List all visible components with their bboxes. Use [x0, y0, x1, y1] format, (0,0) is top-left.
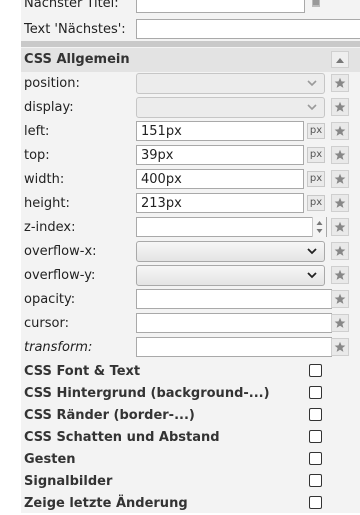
section-checkbox[interactable] — [309, 408, 322, 421]
prop-row-transform: transform: — [21, 336, 360, 360]
section-title: Gesten — [24, 452, 76, 467]
star-icon[interactable] — [331, 170, 349, 188]
section-title: CSS Hintergrund (background-...) — [24, 386, 270, 401]
section-header-gestures[interactable]: Gesten — [21, 449, 360, 471]
next-title-row: Nächster Titel: — [21, 0, 360, 16]
star-icon[interactable] — [331, 194, 349, 212]
list-icon[interactable] — [311, 0, 321, 8]
prop-label: overflow-x: — [24, 244, 97, 259]
chevron-down-icon — [307, 248, 317, 255]
section-header-css-border[interactable]: CSS Ränder (border-...) — [21, 405, 360, 427]
star-icon[interactable] — [331, 314, 349, 332]
chevron-down-icon — [307, 104, 317, 111]
section-header-css-general[interactable]: CSS Allgemein — [21, 48, 360, 72]
zindex-input[interactable] — [136, 217, 327, 237]
star-icon[interactable] — [331, 218, 349, 236]
prop-row-overflow-x: overflow-x: — [21, 240, 360, 264]
triangle-up-icon[interactable] — [331, 51, 349, 68]
prop-label: overflow-y: — [24, 268, 96, 283]
section-header-css-background[interactable]: CSS Hintergrund (background-...) — [21, 383, 360, 405]
section-checkbox[interactable] — [309, 496, 322, 509]
unit-badge[interactable]: px — [307, 123, 325, 139]
display-select[interactable] — [136, 97, 325, 118]
prop-row-zindex: z-index: — [21, 216, 360, 240]
width-input[interactable]: 400px — [136, 169, 304, 189]
prop-label: transform: — [24, 340, 93, 355]
position-select[interactable] — [136, 73, 325, 94]
star-icon[interactable] — [331, 242, 349, 260]
prop-row-height: height: 213px px — [21, 192, 360, 216]
prop-label: left: — [24, 124, 50, 139]
properties-panel: Nächster Titel: Text 'Nächstes': CSS All… — [21, 0, 360, 513]
prop-row-left: left: 151px px — [21, 120, 360, 144]
prop-label: display: — [24, 100, 74, 115]
section-header-signals[interactable]: Signalbilder — [21, 471, 360, 493]
prop-row-width: width: 400px px — [21, 168, 360, 192]
star-icon[interactable] — [331, 98, 349, 116]
chevron-down-icon — [307, 272, 317, 279]
section-separator — [21, 41, 360, 47]
prop-label: position: — [24, 76, 80, 91]
transform-input[interactable] — [136, 337, 332, 357]
next-title-input[interactable] — [136, 0, 305, 13]
section-title: Zeige letzte Änderung — [24, 496, 188, 511]
left-input[interactable]: 151px — [136, 121, 304, 141]
prop-row-cursor: cursor: — [21, 312, 360, 336]
section-title: CSS Allgemein — [24, 52, 130, 67]
section-title: CSS Schatten und Abstand — [24, 430, 220, 445]
star-icon[interactable] — [331, 122, 349, 140]
next-text-input[interactable] — [136, 19, 360, 39]
section-checkbox[interactable] — [309, 452, 322, 465]
section-header-css-font-text[interactable]: CSS Font & Text — [21, 361, 360, 383]
star-icon[interactable] — [331, 146, 349, 164]
opacity-input[interactable] — [136, 289, 332, 309]
prop-row-overflow-y: overflow-y: — [21, 264, 360, 288]
prop-row-top: top: 39px px — [21, 144, 360, 168]
section-header-css-shadow[interactable]: CSS Schatten und Abstand — [21, 427, 360, 449]
section-header-last-change[interactable]: Zeige letzte Änderung — [21, 493, 360, 515]
prop-label: top: — [24, 148, 50, 163]
prop-row-opacity: opacity: — [21, 288, 360, 312]
chevron-down-icon — [307, 80, 317, 87]
prop-row-position: position: — [21, 72, 360, 96]
section-title: CSS Ränder (border-...) — [24, 408, 195, 423]
prop-label: z-index: — [24, 220, 76, 235]
overflow-x-select[interactable] — [136, 241, 325, 262]
star-icon[interactable] — [331, 338, 349, 356]
star-icon[interactable] — [331, 74, 349, 92]
prop-label: cursor: — [24, 316, 69, 331]
star-icon[interactable] — [331, 290, 349, 308]
unit-badge[interactable]: px — [307, 195, 325, 211]
section-checkbox[interactable] — [309, 386, 322, 399]
star-icon[interactable] — [331, 266, 349, 284]
next-title-label: Nächster Titel: — [24, 0, 119, 11]
cursor-input[interactable] — [136, 313, 332, 333]
overflow-y-select[interactable] — [136, 265, 325, 286]
unit-badge[interactable]: px — [307, 171, 325, 187]
top-input[interactable]: 39px — [136, 145, 304, 165]
section-checkbox[interactable] — [309, 474, 322, 487]
section-checkbox[interactable] — [309, 364, 322, 377]
prop-label: width: — [24, 172, 65, 187]
section-title: Signalbilder — [24, 474, 113, 489]
section-checkbox[interactable] — [309, 430, 322, 443]
unit-badge[interactable]: px — [307, 147, 325, 163]
section-title: CSS Font & Text — [24, 364, 141, 379]
prop-row-display: display: — [21, 96, 360, 120]
next-text-row: Text 'Nächstes': — [21, 18, 360, 42]
number-stepper[interactable] — [312, 217, 326, 237]
next-text-label: Text 'Nächstes': — [24, 22, 126, 37]
prop-label: opacity: — [24, 292, 76, 307]
height-input[interactable]: 213px — [136, 193, 304, 213]
prop-label: height: — [24, 196, 70, 211]
